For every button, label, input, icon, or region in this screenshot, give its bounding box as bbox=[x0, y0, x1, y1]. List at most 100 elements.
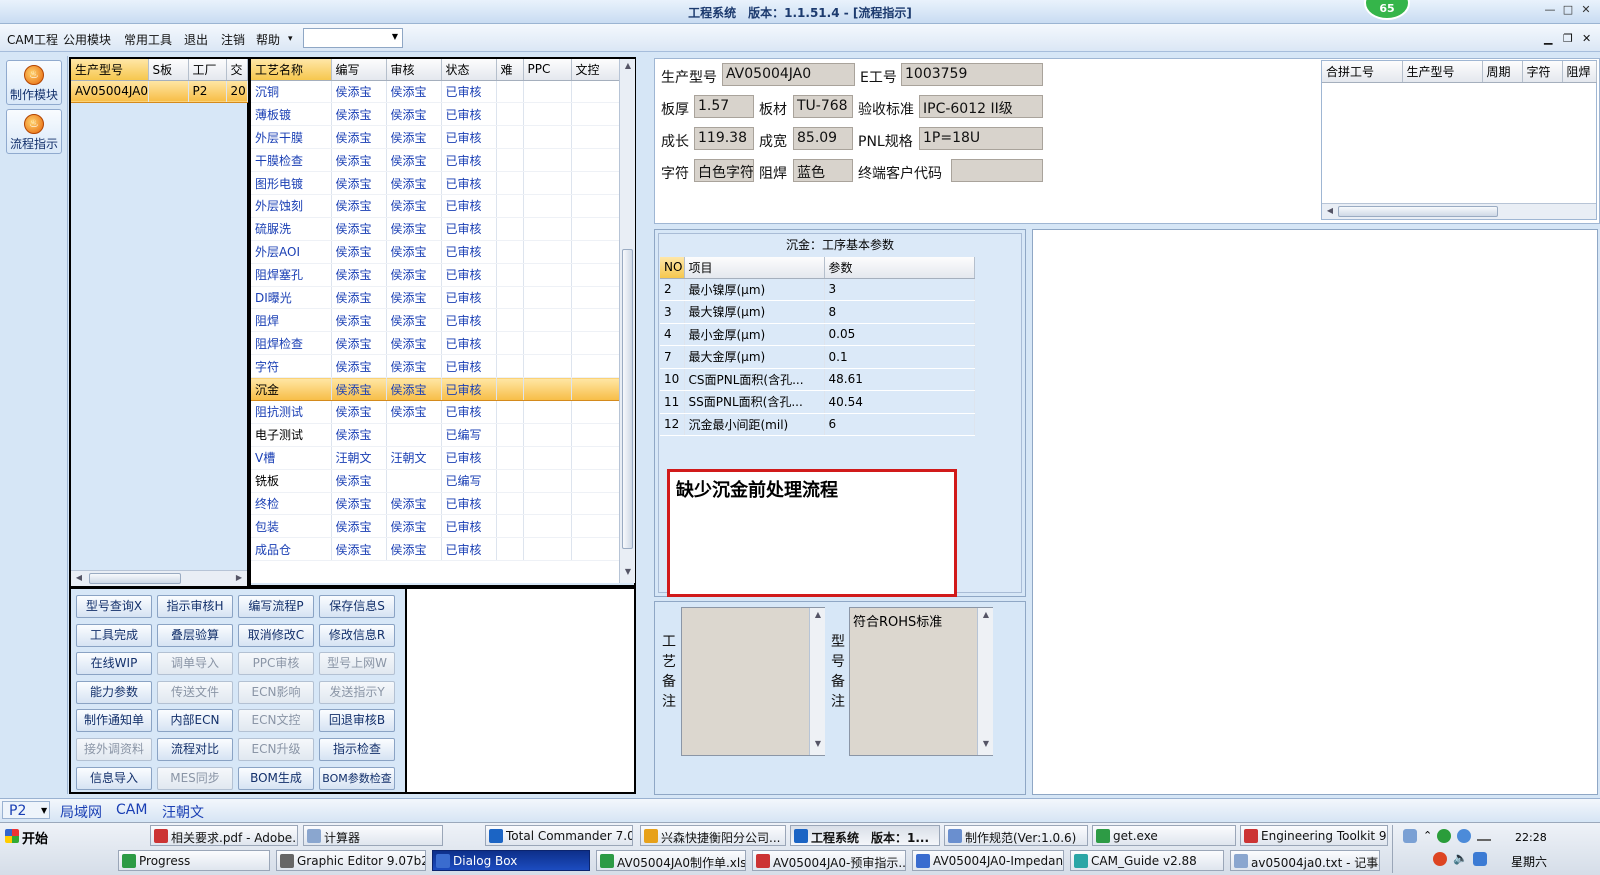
taskbar-item[interactable]: AV05004JA0-Impedance... bbox=[912, 850, 1064, 871]
table-row[interactable]: 阻焊检查 侯添宝 侯添宝 已审核 bbox=[251, 331, 619, 356]
field-eno[interactable]: 1003759 bbox=[901, 63, 1043, 86]
close-icon[interactable]: ✕ bbox=[1576, 3, 1596, 19]
column-header-model[interactable]: 生产型号 bbox=[71, 59, 149, 81]
table-row[interactable]: 铣板 侯添宝 已编写 bbox=[251, 469, 619, 493]
taskbar-item[interactable]: Dialog Box bbox=[432, 850, 590, 871]
action-button[interactable]: 编写流程P bbox=[238, 595, 314, 618]
field-silkscreen[interactable]: 白色字符 bbox=[694, 159, 754, 182]
taskbar-item[interactable]: get.exe bbox=[1092, 825, 1236, 846]
taskbar-item[interactable]: 计算器 bbox=[303, 825, 443, 846]
menu-help[interactable]: 帮助 bbox=[256, 31, 280, 48]
table-row[interactable]: 外层AOI 侯添宝 侯添宝 已审核 bbox=[251, 240, 619, 264]
scrollbar-thumb[interactable] bbox=[622, 249, 633, 549]
scroll-up-icon[interactable]: ▲ bbox=[978, 610, 994, 619]
action-button[interactable]: 指示审核H bbox=[157, 595, 233, 618]
action-button[interactable]: 保存信息S bbox=[319, 595, 395, 618]
action-button[interactable]: BOM生成 bbox=[238, 766, 314, 790]
action-button[interactable]: 内部ECN bbox=[157, 709, 233, 733]
action-button[interactable]: 制作通知单 bbox=[76, 709, 152, 733]
mdi-restore-icon[interactable]: ❐ bbox=[1563, 32, 1573, 45]
table-row[interactable]: AV05004JA0 P2 20 bbox=[71, 79, 248, 104]
table-row[interactable]: 硫脲洗 侯添宝 侯添宝 已审核 bbox=[251, 217, 619, 241]
minimize-icon[interactable]: — bbox=[1540, 3, 1560, 19]
column-header-cycle[interactable]: 周期 bbox=[1482, 61, 1523, 83]
action-button[interactable]: 接外调资料 bbox=[76, 738, 152, 761]
table-row[interactable]: V槽 汪朝文 汪朝文 已审核 bbox=[251, 446, 619, 470]
table-row[interactable]: 阻焊塞孔 侯添宝 侯添宝 已审核 bbox=[251, 263, 619, 287]
column-header-item[interactable]: 项目 bbox=[684, 257, 825, 279]
vertical-scrollbar[interactable]: ▲ ▼ bbox=[619, 59, 635, 583]
column-header-status[interactable]: 状态 bbox=[441, 59, 497, 81]
tray-globe-icon[interactable] bbox=[1457, 829, 1471, 843]
table-row[interactable]: 4 最小金厚(μm) 0.05 bbox=[660, 323, 975, 346]
column-header-mask[interactable]: 阻焊 bbox=[1562, 61, 1597, 83]
column-header-doc-control[interactable]: 文控 bbox=[571, 59, 619, 81]
table-row[interactable]: 字符 侯添宝 侯添宝 已审核 bbox=[251, 354, 619, 379]
table-row[interactable]: 薄板镀 侯添宝 侯添宝 已审核 bbox=[251, 102, 619, 127]
table-row[interactable]: 外层干膜 侯添宝 侯添宝 已审核 bbox=[251, 125, 619, 150]
process-remark-textarea[interactable] bbox=[681, 607, 825, 756]
table-row[interactable]: 11 SS面PNL面积(含孔... 40.54 bbox=[660, 390, 975, 414]
tray-expand-icon[interactable]: ⌃ bbox=[1423, 829, 1432, 842]
table-row[interactable]: 图形电镀 侯添宝 侯添宝 已审核 bbox=[251, 171, 619, 195]
scroll-down-icon[interactable]: ▼ bbox=[978, 739, 994, 748]
action-button[interactable]: 型号上网W bbox=[319, 652, 395, 676]
tray-app-icon[interactable] bbox=[1403, 829, 1417, 843]
column-header-process-name[interactable]: 工艺名称 bbox=[251, 59, 332, 81]
column-header-author[interactable]: 编写 bbox=[331, 59, 387, 81]
table-row[interactable]: 终检 侯添宝 侯添宝 已审核 bbox=[251, 492, 619, 516]
taskbar-item[interactable]: av05004ja0.txt - 记事本 bbox=[1230, 850, 1380, 871]
action-button[interactable]: 工具完成 bbox=[76, 623, 152, 647]
help-dropdown-icon[interactable]: ▾ bbox=[288, 34, 293, 44]
scroll-left-icon[interactable]: ◀ bbox=[1322, 206, 1338, 215]
action-button[interactable]: ECN文控 bbox=[238, 709, 314, 733]
tray-signal-icon[interactable] bbox=[1477, 831, 1491, 841]
field-thickness[interactable]: 1.57 bbox=[694, 95, 754, 118]
action-button[interactable]: ECN影响 bbox=[238, 680, 314, 704]
horizontal-scrollbar[interactable]: ◀ bbox=[1322, 203, 1596, 219]
column-header-char[interactable]: 字符 bbox=[1522, 61, 1563, 83]
action-button[interactable]: 在线WIP bbox=[76, 652, 152, 676]
action-button[interactable]: 叠层验算 bbox=[157, 623, 233, 647]
table-row[interactable]: 7 最大金厚(μm) 0.1 bbox=[660, 345, 975, 369]
table-row[interactable]: 电子测试 侯添宝 已编写 bbox=[251, 423, 619, 447]
column-header-difficulty[interactable]: 难 bbox=[496, 59, 524, 81]
field-standard[interactable]: IPC-6012 II级 bbox=[919, 95, 1043, 118]
scrollbar-thumb[interactable] bbox=[1338, 206, 1498, 217]
table-row[interactable]: 沉金 侯添宝 侯添宝 已审核 bbox=[251, 377, 619, 401]
scrollbar-thumb[interactable] bbox=[89, 573, 181, 584]
vertical-scrollbar[interactable]: ▲ ▼ bbox=[977, 608, 993, 755]
field-material[interactable]: TU-768 bbox=[793, 95, 853, 118]
scroll-up-icon[interactable]: ▲ bbox=[620, 61, 636, 70]
field-end-customer[interactable] bbox=[951, 159, 1043, 182]
action-button[interactable]: 取消修改C bbox=[238, 623, 314, 647]
column-header-no[interactable]: NO bbox=[660, 257, 685, 279]
action-button[interactable]: 修改信息R bbox=[319, 623, 395, 647]
sidebar-item-process-guide[interactable]: ♨ 流程指示 bbox=[6, 109, 62, 154]
scroll-down-icon[interactable]: ▼ bbox=[620, 567, 636, 576]
scroll-right-icon[interactable]: ▶ bbox=[231, 573, 247, 582]
volume-icon[interactable]: 🔈 bbox=[1453, 851, 1468, 865]
taskbar-item[interactable]: AV05004JA0-预审指示.... bbox=[752, 850, 906, 871]
maximize-icon[interactable]: □ bbox=[1558, 3, 1578, 19]
action-button[interactable]: 指示检查 bbox=[319, 738, 395, 761]
model-remark-textarea[interactable]: 符合ROHS标准 bbox=[849, 607, 993, 756]
clock-time[interactable]: 22:28 bbox=[1515, 831, 1547, 844]
menu-logout[interactable]: 注销 bbox=[221, 31, 245, 48]
taskbar-item[interactable]: 兴森快捷衡阳分公司... bbox=[640, 825, 786, 846]
action-button[interactable]: ECN升级 bbox=[238, 738, 314, 761]
table-row[interactable]: 外层蚀刻 侯添宝 侯添宝 已审核 bbox=[251, 194, 619, 218]
field-model[interactable]: AV05004JA0 bbox=[722, 63, 855, 86]
column-header-ppc[interactable]: PPC bbox=[523, 59, 572, 81]
vertical-scrollbar[interactable]: ▲ ▼ bbox=[809, 608, 825, 755]
taskbar-item[interactable]: 工程系统 版本：1... bbox=[790, 825, 940, 846]
table-row[interactable]: 12 沉金最小间距(mil) 6 bbox=[660, 413, 975, 436]
scroll-up-icon[interactable]: ▲ bbox=[810, 610, 826, 619]
table-row[interactable]: 沉铜 侯添宝 侯添宝 已审核 bbox=[251, 80, 619, 104]
action-button[interactable]: PPC审核 bbox=[238, 652, 314, 676]
table-row[interactable]: 2 最小镍厚(μm) 3 bbox=[660, 278, 975, 301]
taskbar-item[interactable]: 制作规范(Ver:1.0.6) bbox=[944, 825, 1088, 846]
scroll-left-icon[interactable]: ◀ bbox=[71, 573, 87, 582]
taskbar-item[interactable]: Total Commander 7.0 ... bbox=[485, 825, 633, 846]
action-button[interactable]: 回退审核B bbox=[319, 709, 395, 733]
